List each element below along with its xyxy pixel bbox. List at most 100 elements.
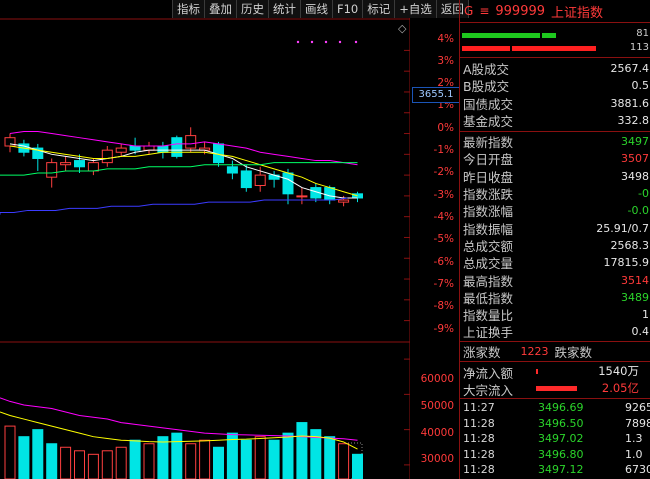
axis-label: -4% [433, 211, 454, 223]
candle-body [115, 147, 127, 153]
volume-bar [32, 429, 44, 479]
quote-row: 指数涨幅 -0.0 [460, 202, 650, 219]
quote-row-label: 总成交量 [463, 256, 514, 272]
menu-icon[interactable]: ≡ [479, 4, 489, 18]
volume-bar [213, 446, 224, 479]
quote-row-value: 3498 [621, 169, 649, 183]
axis-label: -9% [433, 323, 454, 335]
tick-time: 11:28 [463, 447, 495, 461]
tick-row[interactable]: 11:27 3496.69 9265 [460, 401, 650, 416]
stat-row-label: 国债成交 [463, 96, 514, 112]
advance-count: 1223 [520, 345, 549, 358]
tick-row[interactable]: 11:28 3497.12 6730 [460, 463, 650, 478]
axis-label: -3% [433, 189, 454, 201]
candle-body [226, 166, 238, 174]
moving-average-line [9, 130, 358, 166]
quote-row-value: -0 [638, 187, 649, 201]
axis-label: 60000 [420, 373, 454, 385]
toolbar-overlay-button[interactable]: 叠加 [205, 0, 237, 18]
volume-bars [4, 422, 363, 479]
volume-bar [115, 446, 127, 479]
tick-row[interactable]: 11:28 3497.02 1.3 [460, 432, 650, 447]
red-bar [462, 46, 510, 51]
kline-chart[interactable] [0, 0, 410, 479]
quote-row-value: 0.4 [631, 325, 650, 339]
candle-body [87, 162, 99, 172]
quote-row-label: 上证换手 [463, 325, 514, 341]
diamond-icon[interactable]: ◇ [398, 22, 406, 35]
tick-row[interactable]: 11:28 3496.50 7898 [460, 417, 650, 432]
candle-body [157, 145, 169, 153]
tick-row[interactable]: 11:28 3496.80 1.0 [460, 448, 650, 463]
stat-row-label: A股成交 [463, 62, 510, 78]
quote-row-label: 昨日收盘 [463, 169, 514, 185]
candle-body [60, 162, 72, 166]
quote-row-value: 3507 [621, 152, 649, 166]
stat-row-value: 2567.4 [610, 62, 650, 76]
tick-volume: 7898 [625, 416, 650, 430]
quote-row: 昨日收盘 3498 [460, 168, 650, 185]
tick-volume: 1.0 [625, 447, 643, 461]
green-bar [542, 33, 556, 38]
quote-row: 指数涨跌 -0 [460, 185, 650, 202]
toolbar-mark-button[interactable]: 标记 [363, 0, 396, 18]
quote-row: 总成交额 2568.3 [460, 237, 650, 254]
quote-row: 指数量比 1 [460, 306, 650, 323]
toolbar-add-watchlist-button[interactable]: +自选 [395, 0, 437, 18]
quote-row-label: 总成交额 [463, 238, 514, 254]
group-indicator[interactable]: G [464, 4, 473, 18]
toolbar-draw-line-button[interactable]: 画线 [301, 0, 333, 18]
tick-time: 11:28 [463, 432, 495, 445]
bar-number: 113 [629, 42, 649, 53]
quote-row: 今日开盘 3507 [460, 150, 650, 167]
volume-bar [185, 443, 197, 479]
quote-row-label: 最低指数 [463, 290, 514, 306]
candle-body [324, 187, 336, 201]
market-stats: A股成交 2567.4 B股成交 0.5 国债成交 3881.6 基金成交 332.8 [460, 60, 650, 129]
quote-row-value: 3489 [621, 290, 649, 304]
tick-price: 3496.69 [538, 401, 584, 414]
toolbar-history-button[interactable]: 历史 [237, 0, 269, 18]
strength-bars: 81 113 [460, 22, 650, 58]
toolbar-indicator-button[interactable]: 指标 [172, 0, 205, 18]
volume-bar [171, 432, 183, 479]
quote-row-label: 指数涨跌 [463, 187, 514, 203]
flow-row: 大宗流入 2.05亿 [460, 380, 650, 398]
tick-price: 3497.02 [538, 432, 584, 445]
stat-row: A股成交 2567.4 [460, 60, 650, 77]
tick-time: 11:28 [463, 416, 495, 430]
index-quote: 最新指数 3497 今日开盘 3507 昨日收盘 3498 指数涨跌 -0 指数涨幅 -0.0 指数… [460, 133, 650, 341]
volume-bar [46, 443, 58, 479]
flow-row: 净流入额 1540万 [460, 363, 650, 381]
decline-label: 跌家数 [554, 345, 593, 360]
toolbar-statistics-button[interactable]: 统计 [269, 0, 301, 18]
quote-row-value: 3514 [621, 273, 649, 287]
quote-row-label: 最新指数 [463, 135, 514, 151]
quote-row-value: -0.0 [627, 204, 649, 218]
tick-volume: 1.3 [625, 432, 643, 445]
volume-bar [282, 432, 294, 479]
current-price-marker: 3655.1 [412, 87, 460, 103]
volume-bar [157, 436, 169, 479]
panel-header: G ≡ 999999 上证指数 [460, 0, 650, 23]
candle-body [129, 145, 141, 151]
tick-time: 11:27 [463, 401, 495, 414]
tick-volume: 9265 [625, 401, 650, 414]
quote-row: 最高指数 3514 [460, 271, 650, 289]
quote-row: 指数振幅 25.91/0.7 [460, 219, 650, 237]
quote-row-label: 最高指数 [463, 273, 514, 289]
volume-bar [4, 425, 16, 479]
quote-row-label: 指数量比 [463, 308, 514, 324]
quote-row: 上证换手 0.4 [460, 323, 650, 340]
quote-row-value: 3497 [621, 135, 649, 149]
volume-bar [18, 436, 30, 479]
stat-row-value: 0.5 [631, 79, 650, 93]
toolbar-f10-button[interactable]: F10 [333, 0, 364, 18]
stat-row-label: B股成交 [463, 79, 510, 95]
candle-body [185, 135, 197, 149]
quote-row-value: 25.91/0.7 [596, 221, 649, 235]
volume-bar [143, 443, 155, 479]
quote-row-value: 1 [642, 308, 649, 322]
axis-label: 30000 [420, 453, 454, 465]
axis-label: -1% [433, 144, 454, 156]
